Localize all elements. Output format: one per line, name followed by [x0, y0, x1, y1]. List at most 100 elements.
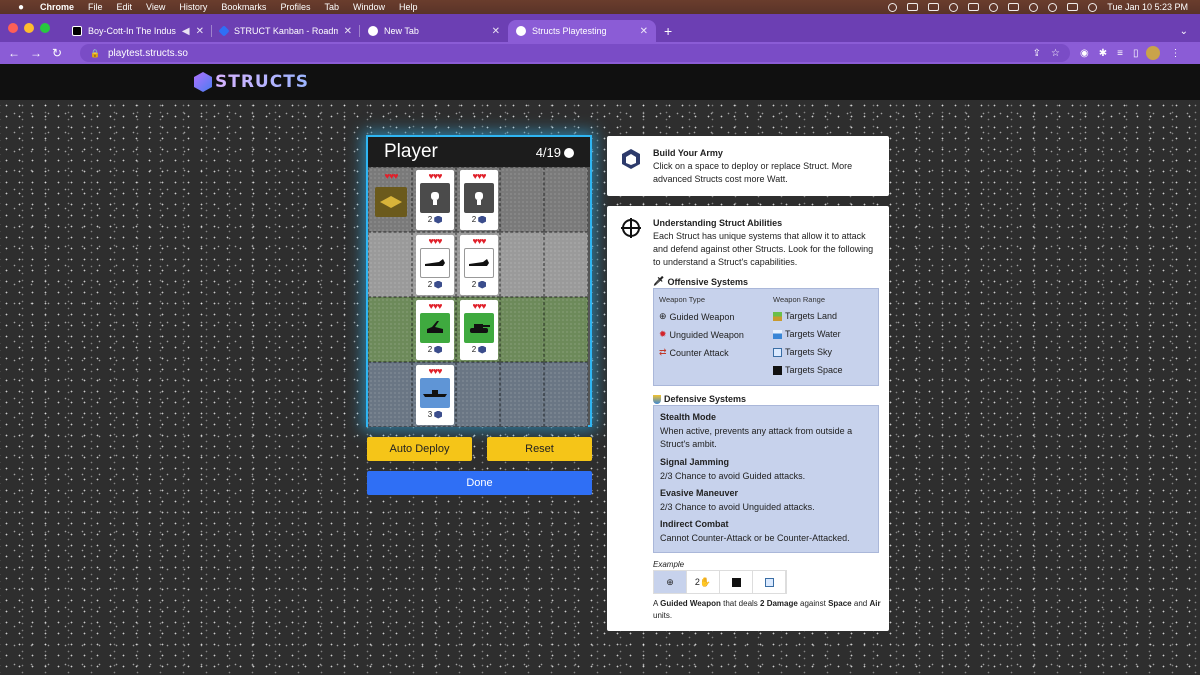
signal-jamming-desc: 2/3 Chance to avoid Guided attacks. [660, 471, 806, 481]
extension-icon[interactable]: ◉ [1080, 48, 1089, 59]
menu-app-name[interactable]: Chrome [40, 2, 74, 12]
apple-icon[interactable]: ● [18, 2, 28, 13]
grid-cell[interactable]: ♥♥♥ 2 [456, 297, 500, 362]
menu-file[interactable]: File [88, 2, 103, 12]
volume-icon[interactable] [989, 2, 999, 12]
grid-cell[interactable]: ♥♥♥ 2 [456, 167, 500, 232]
done-button[interactable]: Done [367, 471, 592, 495]
watt-cost: 2 [472, 280, 487, 289]
lock-icon[interactable]: 🔒 [90, 49, 100, 58]
camera-icon[interactable] [907, 3, 919, 11]
wifi-icon[interactable] [1029, 2, 1039, 12]
menu-tab[interactable]: Tab [324, 2, 339, 12]
struct-card[interactable]: ♥♥♥ 2 [460, 170, 498, 230]
watt-cost-value: 2 [471, 345, 477, 354]
menubar-clock[interactable]: Tue Jan 10 5:23 PM [1107, 2, 1188, 12]
browser-tab[interactable]: Boy-Cott-In The Industry | ◀ ✕ [64, 20, 212, 42]
stealth-mode-desc: When active, prevents any attack from ou… [660, 426, 853, 449]
struct-card[interactable]: ♥♥♥ 3 [416, 365, 454, 425]
status-icon[interactable] [888, 2, 898, 12]
grid-cell[interactable] [368, 297, 412, 362]
grid-cell[interactable]: ♥♥♥ 2 [412, 297, 456, 362]
reading-list-icon[interactable]: ≡ [1117, 48, 1123, 59]
tab-close-icon[interactable]: ✕ [196, 26, 204, 37]
browser-tab[interactable]: New Tab ✕ [360, 20, 508, 42]
grid-cell[interactable]: ♥♥♥ 3 [412, 362, 456, 427]
auto-deploy-button[interactable]: Auto Deploy [367, 437, 472, 461]
menu-window[interactable]: Window [353, 2, 385, 12]
zoom-window-icon[interactable] [40, 23, 50, 33]
grid-cell[interactable]: ♥♥♥ [368, 167, 412, 232]
struct-card[interactable]: ♥♥♥ 2 [416, 300, 454, 360]
weapon-type-header: Weapon Type [659, 295, 706, 304]
grid-cell[interactable] [500, 232, 544, 297]
space-range-icon [731, 577, 741, 587]
defensive-systems-heading: Defensive Systems [653, 394, 746, 404]
back-icon[interactable]: ← [8, 46, 20, 60]
health-hearts: ♥♥♥ [428, 301, 442, 311]
close-window-icon[interactable] [8, 23, 18, 33]
siri-icon[interactable] [1088, 2, 1098, 12]
weapon-range-header: Weapon Range [773, 295, 825, 304]
battery-icon[interactable] [968, 3, 980, 11]
grid-cell[interactable] [368, 362, 412, 427]
grid-cell[interactable] [500, 167, 544, 232]
control-center-icon[interactable] [1067, 3, 1079, 11]
menu-bookmarks[interactable]: Bookmarks [221, 2, 266, 12]
macos-menubar: ● Chrome File Edit View History Bookmark… [0, 0, 1200, 14]
speaker-icon[interactable]: ◀ [182, 26, 190, 37]
bluetooth-icon[interactable] [1008, 3, 1020, 11]
grid-cell[interactable] [544, 297, 588, 362]
grid-cell[interactable] [544, 362, 588, 427]
address-bar[interactable]: 🔒 playtest.structs.so ⇪ ☆ [80, 44, 1070, 62]
struct-card[interactable]: ♥♥♥ 2 [416, 235, 454, 295]
tab-close-icon[interactable]: ✕ [492, 26, 500, 37]
eye-icon[interactable] [949, 2, 959, 12]
example-note-bold: Air [869, 599, 881, 608]
sky-range-icon [773, 347, 782, 357]
menu-edit[interactable]: Edit [117, 2, 133, 12]
abilities-text: Each Struct has unique systems that allo… [653, 231, 874, 267]
browser-menu-icon[interactable]: ⋮ [1170, 48, 1180, 59]
grid-cell[interactable]: ♥♥♥ 2 [412, 232, 456, 297]
reset-button[interactable]: Reset [487, 437, 592, 461]
search-icon[interactable] [1048, 2, 1058, 12]
tab-close-icon[interactable]: ✕ [344, 26, 352, 37]
struct-card[interactable]: ♥♥♥ 2 [460, 235, 498, 295]
grid-cell[interactable] [500, 362, 544, 427]
bookmark-star-icon[interactable]: ☆ [1051, 48, 1060, 59]
forward-icon[interactable]: → [30, 46, 42, 60]
tab-close-icon[interactable]: ✕ [640, 26, 648, 37]
land-struct-icon [420, 313, 450, 343]
extensions-puzzle-icon[interactable]: ✱ [1099, 48, 1107, 59]
menu-view[interactable]: View [146, 2, 165, 12]
share-icon[interactable]: ⇪ [1033, 48, 1041, 59]
example-label: Example [653, 560, 685, 569]
grid-cell[interactable]: ♥♥♥ 2 [456, 232, 500, 297]
calendar-icon[interactable] [928, 3, 940, 11]
menu-history[interactable]: History [179, 2, 207, 12]
grid-cell[interactable]: ♥♥♥ 2 [412, 167, 456, 232]
structs-logo[interactable]: STRUCTS [194, 72, 309, 92]
menu-profiles[interactable]: Profiles [280, 2, 310, 12]
struct-card[interactable]: ♥♥♥ 2 [460, 300, 498, 360]
new-tab-icon[interactable]: + [664, 20, 672, 42]
side-panel-icon[interactable]: ▯ [1133, 48, 1139, 59]
menu-help[interactable]: Help [399, 2, 418, 12]
grid-cell[interactable] [368, 232, 412, 297]
address-url[interactable]: playtest.structs.so [108, 48, 1023, 59]
grid-cell[interactable] [456, 362, 500, 427]
grid-cell[interactable] [500, 297, 544, 362]
grid-cell[interactable] [544, 167, 588, 232]
targets-sky-label: Targets Sky [785, 347, 833, 357]
browser-tab[interactable]: STRUCT Kanban - Roadmap - ✕ [212, 20, 360, 42]
browser-tab-active[interactable]: Structs Playtesting ✕ [508, 20, 656, 42]
struct-card[interactable]: ♥♥♥ 2 [416, 170, 454, 230]
minimize-window-icon[interactable] [24, 23, 34, 33]
tab-search-chevron-icon[interactable]: ⌄ [1180, 20, 1188, 42]
command-struct-card[interactable]: ♥♥♥ [372, 170, 410, 230]
grid-cell[interactable] [544, 232, 588, 297]
profile-avatar[interactable] [1146, 46, 1161, 60]
reload-icon[interactable]: ↻ [52, 46, 62, 60]
command-ship-icon [375, 187, 407, 217]
